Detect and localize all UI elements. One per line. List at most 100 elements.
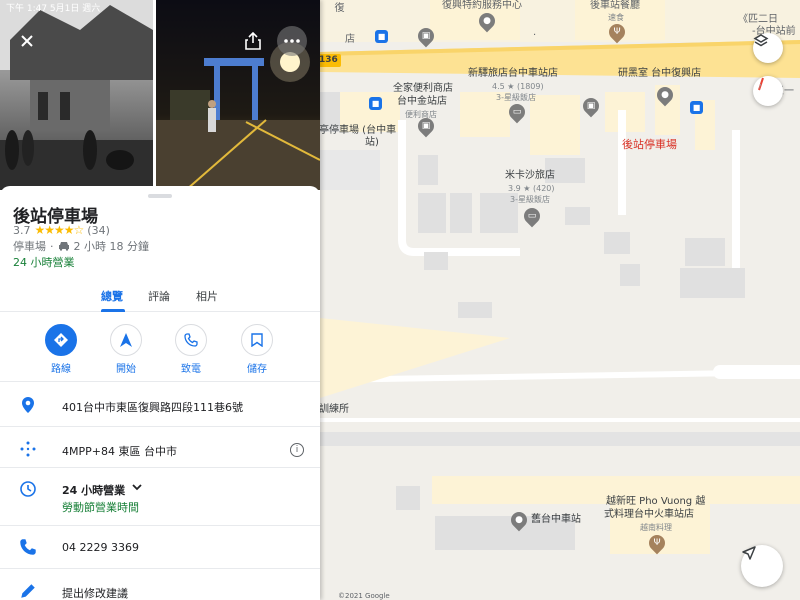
more-horizontal-icon bbox=[284, 39, 300, 43]
photo-strip[interactable]: 下午 1:47 5月1日 週六 bbox=[0, 0, 320, 200]
share-button[interactable] bbox=[238, 26, 268, 56]
map-copyright: ©2021 Google bbox=[338, 592, 390, 600]
map-label-parking-other-2[interactable]: 站) bbox=[365, 137, 379, 149]
status-bar: 下午 1:47 5月1日 週六 bbox=[6, 4, 101, 14]
save-label: 儲存 bbox=[247, 364, 267, 375]
call-button[interactable]: 致電 bbox=[166, 324, 216, 375]
divider bbox=[0, 525, 320, 526]
place-tabs: 總覽 評論 相片 bbox=[0, 282, 320, 312]
map-label-mika[interactable]: 米卡沙旅店 bbox=[505, 170, 555, 182]
map-label-hotel-xinyi[interactable]: 新驛旅店台中車站店 bbox=[468, 68, 558, 80]
active-tab-indicator bbox=[101, 309, 125, 312]
hotel-icon[interactable]: ▭ bbox=[505, 100, 529, 124]
directions-icon bbox=[45, 324, 77, 356]
shopping-icon[interactable]: ▣ bbox=[414, 114, 438, 138]
map-label-familymart-branch[interactable]: 台中金站店 bbox=[397, 96, 447, 108]
compass-icon bbox=[758, 77, 764, 91]
map-label-familymart[interactable]: 全家便利商店 bbox=[393, 83, 453, 95]
address-row[interactable]: 401台中市東區復興路四段111巷6號 bbox=[0, 383, 320, 427]
place-sheet: 後站停車場 3.7 ★★★★☆ (34) 停車場 · 2 小時 18 分鐘 24… bbox=[0, 186, 320, 600]
info-icon[interactable]: i bbox=[290, 443, 304, 457]
drive-time: 2 小時 18 分鐘 bbox=[73, 240, 150, 253]
road-label-vertical: 復 bbox=[332, 2, 343, 12]
map-label-pho-2[interactable]: 式料理台中火車站店 bbox=[604, 509, 694, 521]
map-label-old-station[interactable]: 舊台中車站 bbox=[531, 514, 581, 526]
bus-stop-icon[interactable]: ■ bbox=[369, 97, 382, 110]
divider bbox=[0, 426, 320, 427]
plus-code-icon bbox=[20, 441, 36, 457]
holiday-hours-text: 勞動節營業時間 bbox=[62, 501, 139, 514]
map-label-top-right: 《匹二日 bbox=[738, 14, 778, 25]
phone-number: 04 2229 3369 bbox=[62, 541, 139, 554]
star-rating-icon: ★★★★☆ bbox=[34, 223, 85, 237]
shopping-icon[interactable]: ▣ bbox=[579, 94, 603, 118]
map-label-pho[interactable]: 越新旺 Pho Vuong 越 bbox=[606, 496, 705, 508]
bus-stop-icon[interactable]: ■ bbox=[690, 101, 703, 114]
bookmark-icon bbox=[241, 324, 273, 356]
hours-text: 24 小時營業 bbox=[62, 484, 126, 497]
bus-stop-icon[interactable]: ■ bbox=[375, 30, 388, 43]
layers-button[interactable] bbox=[753, 33, 783, 63]
directions-label: 路線 bbox=[51, 364, 71, 375]
start-navigation-button[interactable]: 開始 bbox=[101, 324, 151, 375]
map-label-lab[interactable]: 研黑室 台中復興店 bbox=[618, 68, 701, 80]
directions-button[interactable]: 路線 bbox=[36, 324, 86, 375]
divider bbox=[0, 467, 320, 468]
close-button[interactable] bbox=[12, 26, 42, 56]
rating-value: 3.7 bbox=[13, 223, 31, 237]
navigate-icon bbox=[110, 324, 142, 356]
map-label-shop-suffix: 店 bbox=[345, 34, 355, 45]
map-label-pho-sub: 越南料理 bbox=[640, 523, 672, 532]
map-label-hotel-xinyi-sub: 3-星級飯店 bbox=[496, 93, 536, 102]
tab-overview[interactable]: 總覽 bbox=[101, 288, 123, 304]
restaurant-icon[interactable]: Ψ bbox=[605, 20, 629, 44]
phone-icon bbox=[20, 539, 36, 555]
map-label-houzhan-hall-sub: 速食 bbox=[608, 13, 624, 22]
map-poi-pin-icon[interactable]: ● bbox=[475, 9, 499, 33]
suggest-edit-text: 提出修改建議 bbox=[62, 587, 128, 600]
maps-app: 136 復 復興特約服務中心 ● 後車站餐廳 速食 Ψ 《匹二日 -台中站前 店… bbox=[0, 0, 800, 600]
map-label-mika-sub: 3-星級飯店 bbox=[510, 195, 550, 204]
plus-code-row[interactable]: 4MPP+84 東區 台中市 i bbox=[0, 428, 320, 472]
phone-icon bbox=[175, 324, 207, 356]
hotel-icon[interactable]: ▭ bbox=[520, 204, 544, 228]
call-label: 致電 bbox=[181, 364, 201, 375]
rating-row[interactable]: 3.7 ★★★★☆ (34) bbox=[13, 223, 110, 237]
my-location-button[interactable] bbox=[741, 545, 783, 587]
divider bbox=[0, 381, 320, 382]
pencil-icon bbox=[21, 584, 35, 598]
address-text: 401台中市東區復興路四段111巷6號 bbox=[62, 401, 243, 414]
map-label-houzhan-hall[interactable]: 後車站餐廳 bbox=[590, 0, 640, 12]
share-icon bbox=[245, 32, 261, 50]
tab-reviews[interactable]: 評論 bbox=[148, 288, 170, 304]
location-pin-icon bbox=[22, 397, 34, 413]
close-icon bbox=[21, 35, 33, 47]
phone-row[interactable]: 04 2229 3369 bbox=[0, 527, 320, 571]
chevron-down-icon bbox=[132, 484, 142, 491]
map-label-parking-other[interactable]: 亭停車場 (台中車 bbox=[319, 125, 396, 137]
drag-handle[interactable] bbox=[148, 194, 172, 198]
hours-row[interactable]: 24 小時營業 勞動節營業時間 bbox=[0, 469, 320, 525]
map-label-target[interactable]: 後站停車場 bbox=[622, 139, 677, 151]
suggest-edit-row[interactable]: 提出修改建議 bbox=[0, 570, 320, 600]
shopping-icon[interactable]: ▣ bbox=[414, 24, 438, 48]
compass-button[interactable] bbox=[753, 76, 783, 106]
more-options-button[interactable] bbox=[277, 26, 307, 56]
map-label-training[interactable]: 訓練所 bbox=[319, 404, 349, 416]
start-label: 開始 bbox=[116, 364, 136, 375]
map-label-fuxing-service: 復興特約服務中心 bbox=[442, 0, 522, 11]
place-category: 停車場 bbox=[13, 240, 46, 253]
map-poi-pin-icon[interactable]: ● bbox=[507, 508, 531, 532]
plus-code-text: 4MPP+84 東區 台中市 bbox=[62, 445, 177, 458]
category-row: 停車場 · 2 小時 18 分鐘 bbox=[13, 238, 149, 254]
divider bbox=[0, 568, 320, 569]
layers-icon bbox=[753, 34, 769, 47]
navigation-arrow-icon bbox=[742, 546, 756, 560]
restaurant-icon[interactable]: Ψ bbox=[645, 531, 669, 555]
place-panel: 下午 1:47 5月1日 週六 後站停車場 3.7 ★★★★☆ (34) 停車場… bbox=[0, 0, 320, 600]
review-count: (34) bbox=[87, 223, 110, 237]
tab-photos[interactable]: 相片 bbox=[196, 288, 218, 304]
clock-icon bbox=[20, 481, 36, 497]
map-poi-pin-icon[interactable]: ● bbox=[653, 83, 677, 107]
save-button[interactable]: 儲存 bbox=[232, 324, 282, 375]
